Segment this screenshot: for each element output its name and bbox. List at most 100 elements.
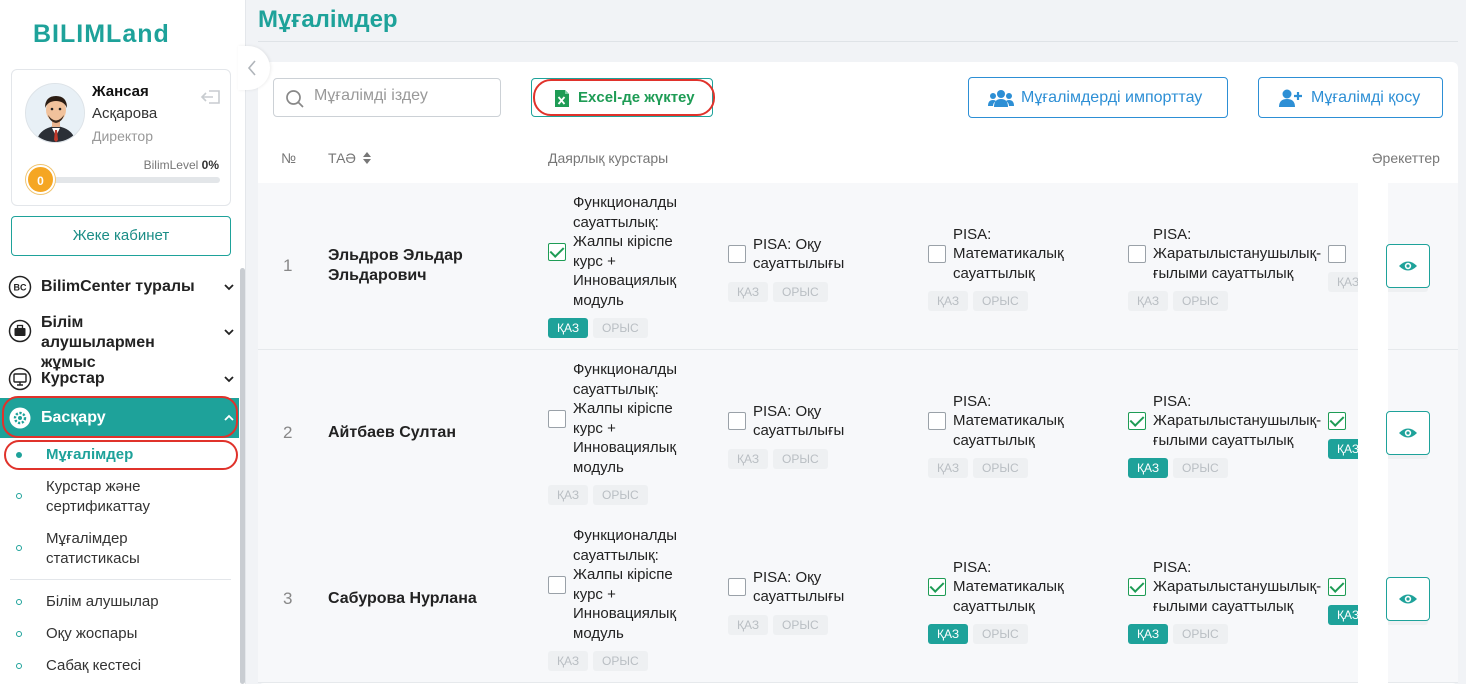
- bullet-icon: [16, 599, 22, 605]
- sidebar-subitem-teachers[interactable]: Мұғалімдер: [0, 445, 239, 467]
- course-checkbox[interactable]: [928, 578, 946, 596]
- course-name: PISA: Оқу сауаттылығы: [753, 402, 845, 440]
- language-tag-kaz[interactable]: ҚАЗ: [728, 614, 769, 635]
- sidebar-subitem-schedule[interactable]: Сабақ кестесі: [0, 656, 239, 678]
- add-teacher-label: Мұғалімді қосу: [1311, 89, 1421, 106]
- chevron-down-icon: [224, 376, 234, 383]
- logout-icon[interactable]: [200, 88, 222, 106]
- language-tag-rus[interactable]: ОРЫС: [593, 485, 648, 505]
- language-tag-rus[interactable]: ОРЫС: [973, 624, 1028, 645]
- course-name: PISA: Жаратылыстанушылық- ғылыми сауатты…: [1153, 558, 1322, 615]
- profile-card: Жансая Асқарова Директор BilimLevel 0% 0: [11, 69, 231, 206]
- language-tag-kaz[interactable]: ҚАЗ: [548, 318, 589, 338]
- course-checkbox[interactable]: [1328, 578, 1346, 596]
- bullet-icon: [16, 452, 22, 458]
- view-teacher-button[interactable]: [1386, 577, 1430, 621]
- course-checkbox[interactable]: [1128, 578, 1146, 596]
- excel-download-label: Excel-де жүктеу: [578, 89, 695, 106]
- course-checkbox[interactable]: [1128, 412, 1146, 430]
- add-user-icon: [1279, 89, 1302, 107]
- chevron-up-icon: [224, 414, 234, 421]
- page-title: Мұғалімдер: [258, 6, 398, 33]
- course-name: Функционалды сауаттылық: Жалпы кіріспе к…: [573, 194, 677, 309]
- course-checkbox[interactable]: [928, 412, 946, 430]
- language-tag-rus[interactable]: ОРЫС: [1173, 458, 1228, 479]
- svg-text:BC: BC: [14, 283, 27, 293]
- language-tag-rus[interactable]: ОРЫС: [1173, 291, 1228, 312]
- search-field[interactable]: [273, 78, 501, 117]
- chevron-left-icon: [247, 60, 256, 76]
- sidebar-scrollbar[interactable]: [240, 268, 245, 684]
- sidebar-item-bilimcenter[interactable]: BC BilimCenter туралы: [0, 274, 239, 300]
- sidebar-item-label: Басқару: [41, 409, 106, 426]
- course-checkbox[interactable]: [1328, 245, 1346, 263]
- course-name: PISA: Оқу сауаттылығы: [753, 568, 845, 606]
- language-tag-kaz[interactable]: ҚАЗ: [928, 458, 969, 479]
- language-tag-rus[interactable]: ОРЫС: [973, 291, 1028, 312]
- view-teacher-button[interactable]: [1386, 411, 1430, 455]
- sidebar-subitem-courses-certification[interactable]: Курстар және сертификаттау: [0, 477, 239, 519]
- language-tag-kaz[interactable]: ҚАЗ: [728, 281, 769, 302]
- sidebar-subitem-study-plan[interactable]: Оқу жоспары: [0, 624, 239, 646]
- sidebar-subitem-teacher-statistics[interactable]: Мұғалімдер статистикасы: [0, 529, 239, 571]
- language-tag-rus[interactable]: ОРЫС: [593, 651, 648, 671]
- monitor-icon: [8, 367, 32, 391]
- language-tag-kaz[interactable]: ҚАЗ: [1128, 458, 1169, 479]
- course-name: Функционалды сауаттылық: Жалпы кіріспе к…: [573, 361, 677, 476]
- level-badge: 0: [26, 165, 55, 194]
- view-teacher-button[interactable]: [1386, 244, 1430, 288]
- sort-icon[interactable]: [362, 152, 371, 164]
- sidebar-item-label: Білім алушылармен жұмыс: [41, 314, 155, 371]
- course-checkbox[interactable]: [728, 245, 746, 263]
- language-tag-kaz[interactable]: ҚАЗ: [1128, 291, 1169, 312]
- profile-last-name: Асқарова: [92, 105, 158, 122]
- language-tag-rus[interactable]: ОРЫС: [593, 318, 648, 338]
- language-tag-kaz[interactable]: ҚАЗ: [548, 651, 589, 671]
- course-checkbox[interactable]: [548, 242, 566, 261]
- import-teachers-button[interactable]: Мұғалімдерді импорттау: [968, 77, 1228, 118]
- language-tag-kaz[interactable]: ҚАЗ: [928, 291, 969, 312]
- language-tag-rus[interactable]: ОРЫС: [773, 448, 828, 469]
- sidebar-subitem-label: Мұғалімдер: [46, 446, 134, 463]
- course-checkbox[interactable]: [548, 575, 566, 594]
- language-tag-kaz[interactable]: ҚАЗ: [548, 485, 589, 505]
- personal-cabinet-button[interactable]: Жеке кабинет: [11, 216, 231, 256]
- sidebar-item-students-work[interactable]: Білім алушылармен жұмыс: [0, 312, 239, 371]
- language-tag-kaz[interactable]: ҚАЗ: [928, 624, 969, 645]
- profile-role: Директор: [92, 128, 153, 144]
- language-tag-rus[interactable]: ОРЫС: [773, 614, 828, 635]
- sidebar-item-courses[interactable]: Курстар: [0, 366, 239, 392]
- course-checkbox[interactable]: [1328, 412, 1346, 430]
- language-tag-rus[interactable]: ОРЫС: [973, 458, 1028, 479]
- course-checkbox[interactable]: [1128, 245, 1146, 263]
- sidebar-item-management[interactable]: Басқару: [0, 398, 239, 438]
- sidebar-subitem-students[interactable]: Білім алушылар: [0, 592, 239, 614]
- bilimlevel-label: BilimLevel 0%: [143, 158, 219, 172]
- teacher-name: Айтбаев Султан: [328, 424, 456, 441]
- search-input[interactable]: [314, 87, 494, 105]
- language-tag-rus[interactable]: ОРЫС: [773, 281, 828, 302]
- excel-download-button[interactable]: Excel-де жүктеу: [531, 78, 713, 117]
- course-checkbox[interactable]: [728, 412, 746, 430]
- column-header-courses: Даярлық курстары: [548, 150, 669, 166]
- bilimland-logo[interactable]: BILIMLand: [33, 20, 170, 49]
- add-teacher-button[interactable]: Мұғалімді қосу: [1258, 77, 1443, 118]
- profile-first-name: Жансая: [92, 83, 149, 100]
- column-header-name[interactable]: ТАӘ: [328, 150, 371, 166]
- teacher-name: Эльдров Эльдар Эльдарович: [328, 247, 463, 284]
- teacher-name: Сабурова Нурлана: [328, 590, 477, 607]
- sidebar-subitem-label: Білім алушылар: [46, 593, 159, 610]
- chevron-down-icon: [224, 284, 234, 291]
- course-checkbox[interactable]: [548, 409, 566, 428]
- course-name: Функционалды сауаттылық: Жалпы кіріспе к…: [573, 527, 677, 642]
- column-header-name-label: ТАӘ: [328, 150, 356, 166]
- avatar: [25, 83, 85, 143]
- language-tag-rus[interactable]: ОРЫС: [1173, 624, 1228, 645]
- course-checkbox[interactable]: [728, 578, 746, 596]
- sidebar-item-label: Курстар: [41, 370, 105, 387]
- language-tag-kaz[interactable]: ҚАЗ: [728, 448, 769, 469]
- language-tag-kaz[interactable]: ҚАЗ: [1128, 624, 1169, 645]
- bullet-icon: [16, 631, 22, 637]
- chevron-down-icon: [224, 329, 234, 336]
- course-checkbox[interactable]: [928, 245, 946, 263]
